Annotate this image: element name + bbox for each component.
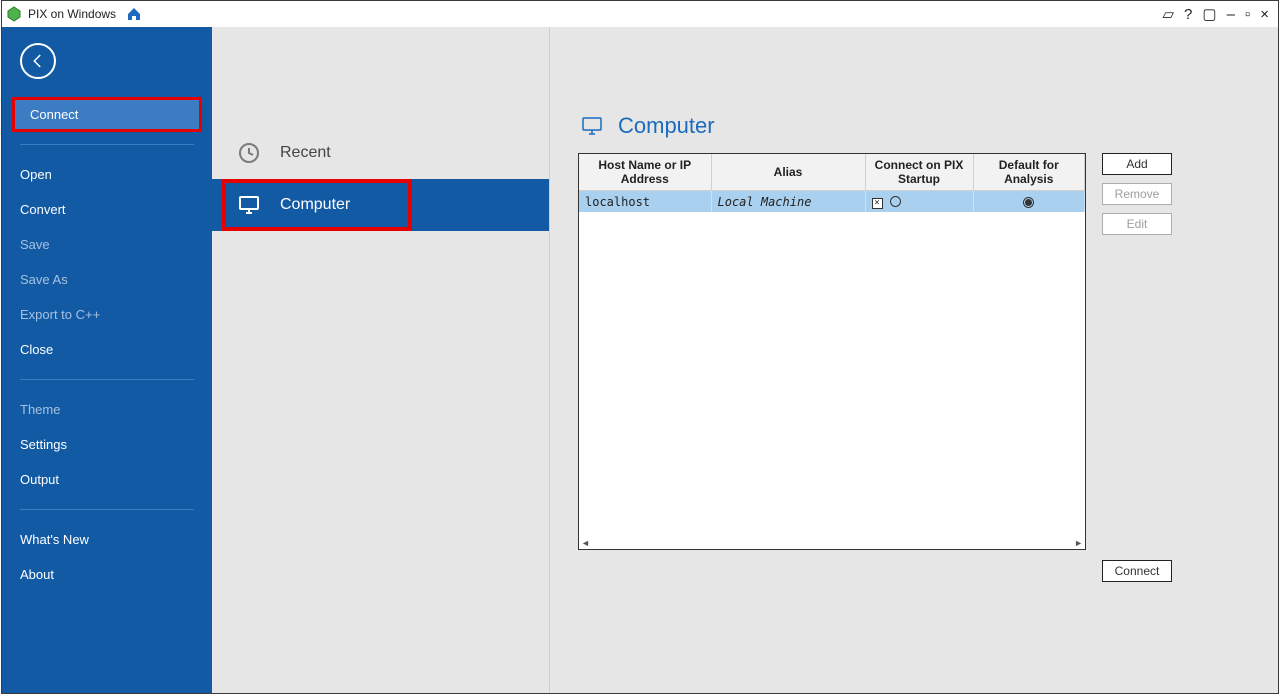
sidebar-item-output[interactable]: Output [2, 462, 212, 497]
col-default[interactable]: Default for Analysis [973, 154, 1085, 191]
col-startup[interactable]: Connect on PIX Startup [865, 154, 973, 191]
category-panel: Recent Computer [212, 27, 550, 693]
layout-icon[interactable]: ▱ [1157, 5, 1179, 23]
clock-icon [236, 140, 262, 166]
main-heading: Computer [578, 113, 1260, 139]
remove-button: Remove [1102, 183, 1172, 205]
col-alias[interactable]: Alias [711, 154, 865, 191]
sidebar-item-theme[interactable]: Theme [2, 392, 212, 427]
titlebar: PIX on Windows ▱ ? ▢ – ▫ × [2, 1, 1278, 27]
sidebar: Connect Open Convert Save Save As Export… [2, 27, 212, 693]
sidebar-item-settings[interactable]: Settings [2, 427, 212, 462]
sidebar-item-save-as[interactable]: Save As [2, 262, 212, 297]
edit-button: Edit [1102, 213, 1172, 235]
monitor-icon [236, 192, 262, 218]
cell-startup: × [865, 191, 973, 213]
app-title: PIX on Windows [28, 7, 116, 21]
startup-radio[interactable] [890, 196, 901, 207]
category-recent-label: Recent [280, 144, 331, 162]
sidebar-divider [20, 144, 194, 145]
help-icon[interactable]: ? [1179, 6, 1197, 23]
startup-checkbox[interactable]: × [872, 198, 883, 209]
sidebar-divider [20, 379, 194, 380]
app-icon [6, 6, 22, 22]
col-host[interactable]: Host Name or IP Address [579, 154, 711, 191]
sidebar-item-save[interactable]: Save [2, 227, 212, 262]
category-recent[interactable]: Recent [212, 127, 549, 179]
main-panel: Computer Host Name or IP Address Alias C… [550, 27, 1278, 693]
monitor-icon [578, 114, 606, 138]
maximize-icon[interactable]: ▫ [1240, 6, 1255, 23]
default-radio[interactable] [1023, 197, 1034, 208]
table-row[interactable]: localhost Local Machine × [579, 191, 1085, 213]
computer-table-frame: Host Name or IP Address Alias Connect on… [578, 153, 1086, 550]
scroll-left-icon[interactable]: ◄ [581, 538, 590, 548]
computer-table: Host Name or IP Address Alias Connect on… [579, 154, 1085, 212]
horizontal-scrollbar[interactable]: ◄ ► [579, 537, 1085, 549]
close-icon[interactable]: × [1255, 6, 1274, 23]
home-icon[interactable] [126, 6, 142, 22]
back-button[interactable] [20, 43, 56, 79]
connect-button[interactable]: Connect [1102, 560, 1172, 582]
sidebar-item-connect[interactable]: Connect [12, 97, 202, 132]
feedback-icon[interactable]: ▢ [1197, 5, 1221, 23]
category-computer-label: Computer [280, 196, 350, 214]
sidebar-item-about[interactable]: About [2, 557, 212, 592]
main-heading-label: Computer [618, 113, 715, 139]
cell-default [973, 191, 1085, 213]
sidebar-divider [20, 509, 194, 510]
cell-host: localhost [579, 191, 711, 213]
app-window: PIX on Windows ▱ ? ▢ – ▫ × Connect Conne… [1, 0, 1279, 694]
scroll-right-icon[interactable]: ► [1074, 538, 1083, 548]
sidebar-item-convert[interactable]: Convert [2, 192, 212, 227]
minimize-icon[interactable]: – [1222, 6, 1240, 23]
sidebar-item-close[interactable]: Close [2, 332, 212, 367]
cell-alias: Local Machine [711, 191, 865, 213]
add-button[interactable]: Add [1102, 153, 1172, 175]
sidebar-item-whats-new[interactable]: What's New [2, 522, 212, 557]
sidebar-item-export-cpp[interactable]: Export to C++ [2, 297, 212, 332]
sidebar-item-open[interactable]: Open [2, 157, 212, 192]
category-computer[interactable]: Computer [212, 179, 549, 231]
